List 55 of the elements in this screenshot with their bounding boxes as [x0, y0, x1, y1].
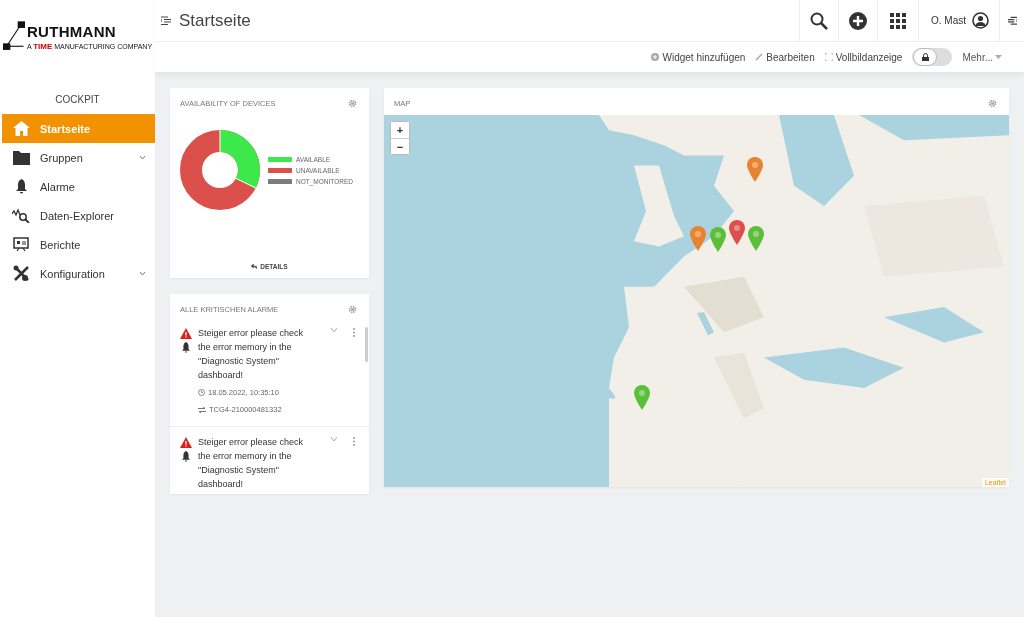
caret-icon	[995, 55, 1002, 59]
app-grid-icon[interactable]	[890, 12, 906, 29]
folder-icon	[12, 150, 30, 165]
zoom-out-button[interactable]: −	[391, 138, 409, 154]
section-heading: COCKPIT	[54, 94, 101, 105]
chevron-down-icon[interactable]	[140, 156, 145, 159]
reply-arrow-icon	[251, 264, 258, 269]
brand-name: RUTHMANN	[26, 23, 117, 40]
chart-search-icon	[12, 208, 30, 223]
transfer-icon	[198, 406, 206, 413]
warning-icon	[180, 328, 192, 339]
settings-icon[interactable]	[348, 98, 357, 108]
user-avatar-icon[interactable]	[972, 12, 989, 29]
nav-item[interactable]: Berichte	[2, 230, 155, 259]
bell-icon	[181, 342, 191, 353]
lock-icon	[921, 53, 929, 61]
expand-icon	[824, 53, 833, 61]
map-marker-icon[interactable]	[634, 385, 651, 411]
lock-toggle[interactable]	[912, 48, 953, 66]
toolbar-link[interactable]: Vollbildanzeige	[824, 51, 903, 63]
search-icon[interactable]	[810, 11, 828, 30]
toolbar-link[interactable]: Widget hinzufügen	[651, 51, 746, 63]
right-panel-icon[interactable]	[1007, 16, 1017, 25]
clock-icon	[198, 389, 205, 396]
chevron-down-icon[interactable]	[331, 437, 337, 441]
map-marker-icon[interactable]	[709, 227, 726, 253]
nav-item[interactable]: Daten-Explorer	[2, 201, 155, 230]
nav-item[interactable]: Gruppen	[2, 143, 155, 172]
add-circle-icon	[651, 53, 660, 61]
nav-item[interactable]: Alarme	[2, 172, 155, 201]
nav-item[interactable]: Konfiguration	[2, 259, 155, 288]
tools-icon	[12, 265, 30, 282]
add-icon[interactable]	[849, 11, 867, 30]
map-marker-icon[interactable]	[747, 225, 764, 251]
map-marker-icon[interactable]	[690, 225, 707, 251]
chevron-down-icon[interactable]	[140, 272, 145, 275]
settings-icon[interactable]	[988, 98, 997, 108]
chevron-down-icon[interactable]	[331, 328, 337, 332]
settings-icon[interactable]	[348, 304, 357, 314]
home-icon	[12, 121, 30, 136]
map-marker-icon[interactable]	[746, 157, 763, 183]
presentation-icon	[13, 236, 29, 253]
logo-icon	[2, 21, 25, 51]
pencil-icon	[755, 53, 764, 61]
toolbar-link[interactable]: Bearbeiten	[755, 51, 815, 63]
alarm-text[interactable]: Steiger error please check the error memory in the "Diagnostic System" dashboard!	[198, 326, 310, 382]
alarm-text[interactable]: Steiger error please check the error memory in the "Diagnostic System" dashboard!	[198, 435, 310, 491]
warning-icon	[180, 437, 192, 448]
menu-icon[interactable]	[161, 16, 171, 25]
bell-icon	[14, 179, 28, 194]
page-title: Startseite	[179, 10, 252, 31]
user-name[interactable]: O. Mast	[931, 15, 966, 26]
more-dropdown[interactable]: Mehr...	[962, 51, 1002, 63]
bell-icon	[181, 451, 191, 462]
map-marker-icon[interactable]	[728, 219, 745, 245]
